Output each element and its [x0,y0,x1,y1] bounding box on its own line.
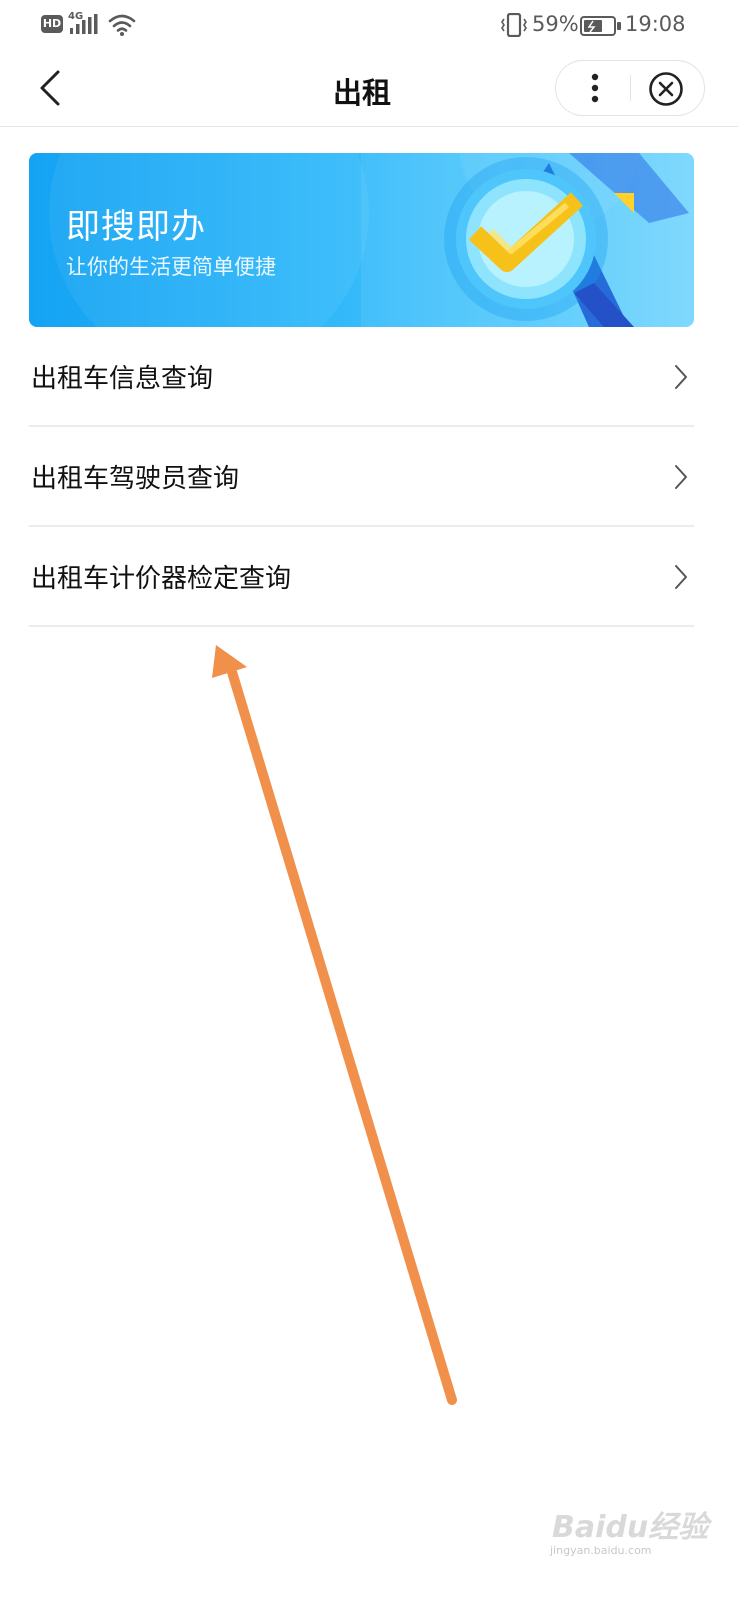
hd-badge: HD [41,15,63,33]
watermark: Baidu经验 jingyan.baidu.com [550,1490,710,1570]
signal-icon [70,14,98,34]
menu-item-label: 出租车驾驶员查询 [31,464,240,494]
chevron-right-icon [675,565,687,589]
menu-item-taxi-meter[interactable]: 出租车计价器检定查询 [29,527,694,627]
menu-list: 出租车信息查询 出租车驾驶员查询 出租车计价器检定查询 [29,327,694,627]
mini-program-capsule [555,60,705,116]
status-bar: HD 4G 59% 19:08 [0,0,738,52]
chevron-right-icon [675,465,687,489]
vibrate-icon [501,13,527,37]
more-icon[interactable] [576,69,614,107]
clock: 19:08 [625,12,686,36]
banner-subtitle: 让你的生活更简单便捷 [66,255,276,279]
wifi-icon [108,14,136,36]
close-icon[interactable] [648,71,684,107]
title-bar: 出租 [0,52,738,127]
menu-item-label: 出租车计价器检定查询 [31,564,292,594]
menu-item-taxi-driver[interactable]: 出租车驾驶员查询 [29,427,694,527]
chevron-right-icon [675,365,687,389]
watermark-logo: Baidu经验 [552,1510,709,1545]
watermark-url: jingyan.baidu.com [550,1544,652,1557]
capsule-divider [630,75,631,101]
menu-item-label: 出租车信息查询 [31,364,214,394]
promo-banner[interactable]: 即搜即办 让你的生活更简单便捷 [29,153,694,327]
battery-percent: 59% [532,12,579,36]
menu-item-taxi-info[interactable]: 出租车信息查询 [29,327,694,427]
battery-icon [580,16,621,36]
banner-title: 即搜即办 [66,207,206,247]
